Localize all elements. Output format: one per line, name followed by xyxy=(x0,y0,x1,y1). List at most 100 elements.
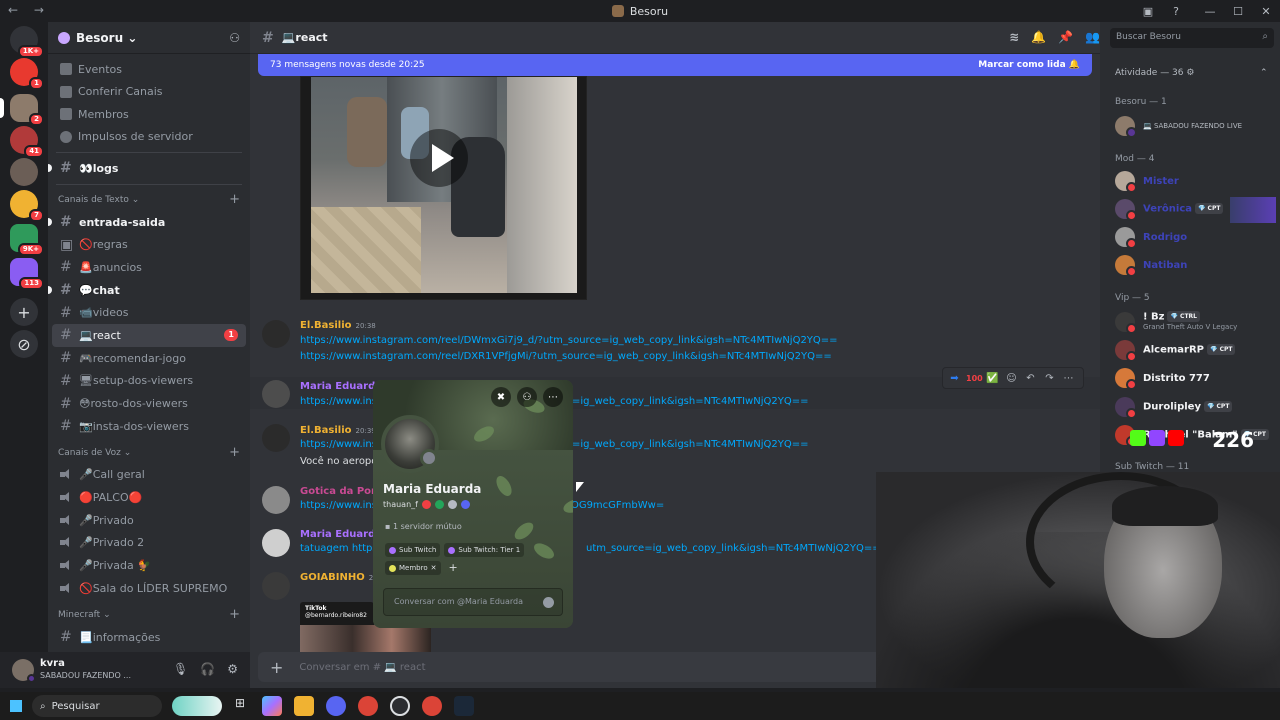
channel-informacoes[interactable]: # 📃informações xyxy=(52,626,246,649)
server-folder[interactable]: 9K+ xyxy=(10,224,44,256)
member-item[interactable]: AlcemarRP 💎 CPT xyxy=(1115,337,1280,363)
events-link[interactable]: Eventos xyxy=(48,58,250,81)
message-link[interactable]: utm_source=ig_web_copy_link&igsh=NTc4MTI… xyxy=(586,543,881,554)
message-author[interactable]: Maria Eduarda xyxy=(300,529,382,540)
voice-channel[interactable]: 🔴PALCO🔴 xyxy=(52,486,246,509)
start-button[interactable] xyxy=(0,700,32,712)
minimize-icon[interactable]: — xyxy=(1196,0,1224,22)
channel-videos[interactable]: # 📹videos xyxy=(52,301,246,324)
members-icon[interactable]: 👥 xyxy=(1085,30,1100,44)
server-icon-red[interactable]: 1 xyxy=(10,58,44,90)
add-member-icon[interactable]: ⚇ xyxy=(229,31,240,45)
server-icon-s[interactable]: 7 xyxy=(10,190,44,222)
channel-logs[interactable]: # 👀logs xyxy=(48,157,246,180)
reply-icon[interactable]: ↶ xyxy=(1023,373,1038,384)
channel-react[interactable]: # 💻react 1 xyxy=(52,324,246,347)
category-voice-channels[interactable]: Canais de Voz ⌄ + xyxy=(48,442,250,464)
file-explorer-icon[interactable] xyxy=(294,696,314,716)
copilot-icon[interactable] xyxy=(262,696,282,716)
task-view-icon[interactable]: ⊞ xyxy=(230,696,250,716)
steam-icon[interactable] xyxy=(454,696,474,716)
voice-channel[interactable]: 🎤Privada 🐓 xyxy=(52,554,246,577)
member-item[interactable]: Distrito 777 xyxy=(1115,365,1280,391)
message-link[interactable]: JOG9mcGFmbWw= xyxy=(568,500,664,511)
taskbar-search[interactable]: ⌕ Pesquisar xyxy=(32,695,162,717)
channel-insta-dos-viewers[interactable]: # 📷insta-dos-viewers xyxy=(52,415,246,438)
message-author[interactable]: El.Basilio 20:39 xyxy=(300,425,376,436)
pin-icon[interactable]: 📌 xyxy=(1058,30,1073,44)
user-names[interactable]: kvra SABADOU FAZENDO ... xyxy=(40,658,131,682)
avatar[interactable] xyxy=(262,320,290,348)
role-tag[interactable]: Sub Twitch xyxy=(385,543,441,557)
message-link[interactable]: https://www.ins xyxy=(300,396,377,407)
remove-friend-icon[interactable]: ✖ xyxy=(491,387,511,407)
voice-channel[interactable]: 🎤Call geral xyxy=(52,464,246,487)
avatar[interactable] xyxy=(262,529,290,557)
avatar[interactable] xyxy=(381,415,439,473)
search-input[interactable]: Buscar Besoru ⌕ xyxy=(1110,28,1274,48)
message-author[interactable]: GOIABINHO20: xyxy=(300,572,380,583)
threads-icon[interactable]: ≋ xyxy=(1009,30,1019,44)
add-role-button[interactable]: + xyxy=(445,561,462,575)
channel-recomendar-jogo[interactable]: # 🎮recomendar-jogo xyxy=(52,347,246,370)
avatar[interactable] xyxy=(12,659,36,683)
message-link[interactable]: https://www.instagram.com/reel/DWmxGi7j9… xyxy=(300,335,838,346)
help-icon[interactable]: ? xyxy=(1162,0,1190,22)
inbox-icon[interactable]: ▣ xyxy=(1134,0,1162,22)
arrow-reaction-icon[interactable]: ➡ xyxy=(947,373,962,384)
mutual-servers[interactable]: ▪ 1 servidor mútuo xyxy=(385,522,462,531)
add-server-button[interactable]: + xyxy=(10,298,38,326)
video-embed[interactable] xyxy=(300,76,587,300)
chevron-up-icon[interactable]: ⌃ xyxy=(1260,68,1268,78)
channel-setup-dos-viewers[interactable]: # 🖥setup-dos-viewers xyxy=(52,370,246,393)
channel-rosto-dos-viewers[interactable]: # 😳rosto-dos-viewers xyxy=(52,392,246,415)
direct-messages-button[interactable]: 1K+ xyxy=(10,26,44,58)
maximize-icon[interactable]: ☐ xyxy=(1224,0,1252,22)
server-boost-link[interactable]: Impulsos de servidor xyxy=(48,126,250,149)
more-options-icon[interactable]: ⋯ xyxy=(543,387,563,407)
channel-regras[interactable]: ▣ 🚫regras xyxy=(52,233,246,256)
activity-header[interactable]: Atividade — 36 ⚙ ⌃ xyxy=(1115,68,1268,78)
plus-icon[interactable]: + xyxy=(270,658,283,677)
avatar[interactable] xyxy=(262,572,290,600)
role-tag[interactable]: Membro ✕ xyxy=(385,561,441,575)
hundred-reaction-icon[interactable]: 100 xyxy=(966,374,983,383)
remove-role-icon[interactable]: ✕ xyxy=(431,564,437,572)
play-icon[interactable] xyxy=(410,129,468,187)
message-link[interactable]: tatuagem https: xyxy=(300,543,381,554)
close-icon[interactable]: ✕ xyxy=(1252,0,1280,22)
new-messages-bar[interactable]: 73 mensagens novas desde 20:25 Marcar co… xyxy=(258,54,1092,76)
voice-channel[interactable]: 🎤Privado xyxy=(52,509,246,532)
message-author[interactable]: Maria Eduarda xyxy=(300,381,382,392)
role-tag[interactable]: Sub Twitch: Tier 1 xyxy=(444,543,525,557)
headphones-icon[interactable]: 🎧 xyxy=(200,662,215,676)
chrome-icon[interactable] xyxy=(358,696,378,716)
message-link[interactable]: https://www.instagram.com/reel/DXR1VPfjg… xyxy=(300,351,832,362)
emoji-icon[interactable] xyxy=(543,597,554,608)
message-link[interactable]: https://www.ins xyxy=(300,500,377,511)
browse-channels-link[interactable]: Conferir Canais xyxy=(48,81,250,104)
member-item[interactable]: Durolipley 💎 CPT xyxy=(1115,394,1280,420)
profile-message-input[interactable]: Conversar com @Maria Eduarda xyxy=(383,588,563,616)
discord-icon[interactable] xyxy=(326,696,346,716)
image-attachment[interactable] xyxy=(300,625,431,653)
member-item[interactable]: ! Bz 💎 CTRL Grand Theft Auto V Legacy xyxy=(1115,309,1280,335)
check-reaction-icon[interactable]: ✅ xyxy=(985,373,1000,384)
server-icon-besoru[interactable]: 2 xyxy=(0,94,44,126)
server-icon-avatar-2[interactable]: 41 xyxy=(10,126,44,158)
message-link[interactable]: =ig_web_copy_link&igsh=NTc4MTIwNjQ2YQ== xyxy=(572,439,808,450)
microphone-icon[interactable]: 🎙 xyxy=(173,662,188,676)
message-link[interactable]: https://www.ins xyxy=(300,439,377,450)
server-icon-purple[interactable]: 113 xyxy=(10,258,44,290)
category-text-channels[interactable]: Canais de Texto ⌄ + xyxy=(48,189,250,211)
voice-channel[interactable]: 🎤Privado 2 xyxy=(52,532,246,555)
chrome-icon[interactable] xyxy=(422,696,442,716)
channel-entrada-saida[interactable]: # entrada-saida xyxy=(48,211,246,234)
avatar[interactable] xyxy=(262,424,290,452)
gear-icon[interactable]: ⚙ xyxy=(227,662,238,676)
member-item[interactable]: 💻 SABADOU FAZENDO LIVE xyxy=(1115,113,1280,139)
more-options-icon[interactable]: ⋯ xyxy=(1061,373,1076,384)
server-icon-avatar-3[interactable] xyxy=(10,158,38,186)
avatar[interactable] xyxy=(262,380,290,408)
category-minecraft[interactable]: Minecraft ⌄ + xyxy=(48,604,250,626)
